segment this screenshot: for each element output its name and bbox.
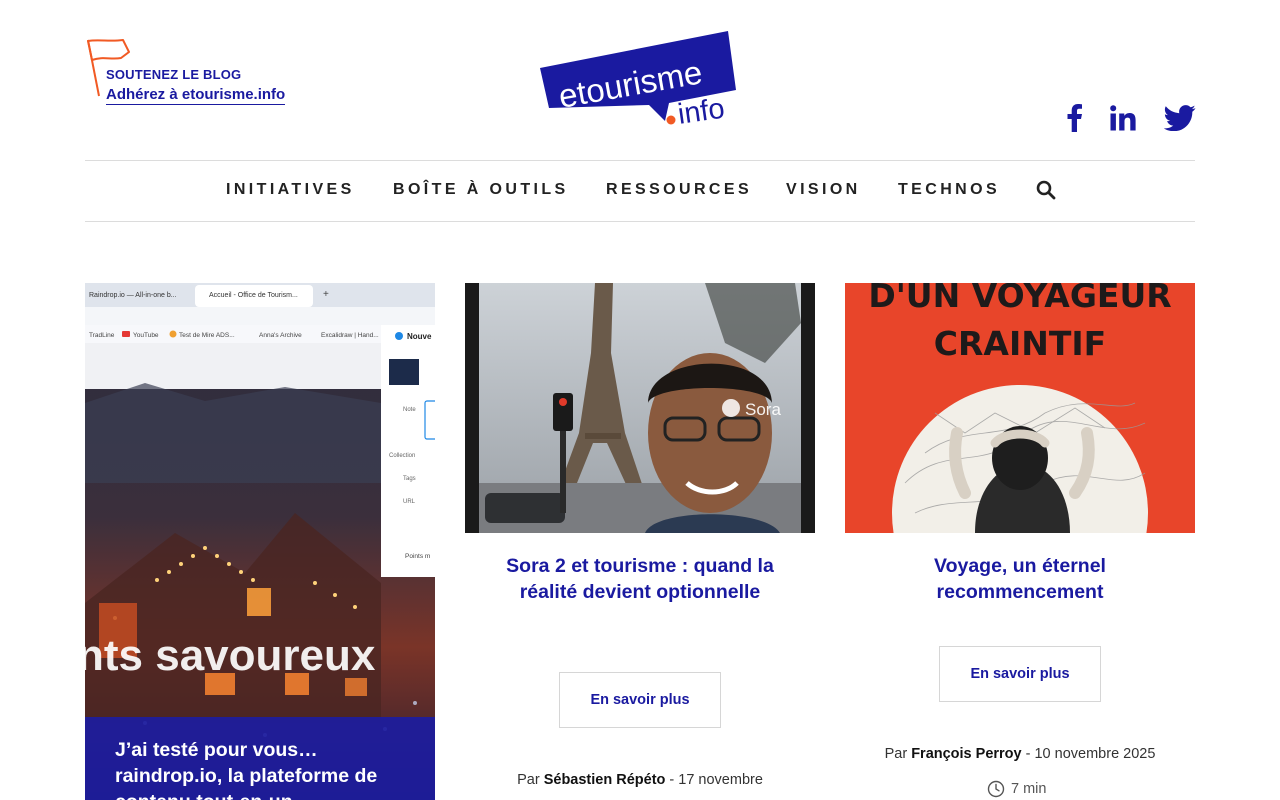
article-meta-voyage: Par François Perroy - 10 novembre 2025 xyxy=(845,746,1195,762)
support-link[interactable]: Adhérez à etourisme.info xyxy=(106,86,286,105)
cover-text-line2: CRAINTIF xyxy=(934,324,1106,363)
author-name[interactable]: Sébastien Répéto xyxy=(544,772,666,788)
support-blog-block: SOUTENEZ LE BLOG Adhérez à etourisme.inf… xyxy=(85,38,315,108)
nav-item-ressources[interactable]: RESSOURCES xyxy=(606,181,752,199)
support-title: SOUTENEZ LE BLOG xyxy=(106,67,242,82)
browser-tab-1: Raindrop.io — All-in-one b... xyxy=(89,292,177,299)
author-name[interactable]: François Perroy xyxy=(911,746,1021,762)
cover-text-line1: D'UN VOYAGEUR xyxy=(868,283,1171,315)
linkedin-icon xyxy=(1110,105,1136,131)
bookmark-5: Excalidraw | Hand... xyxy=(321,332,379,339)
article-title-voyage[interactable]: Voyage, un éternel recommencement xyxy=(875,553,1165,605)
sora-badge: Sora xyxy=(745,400,781,419)
twitter-icon xyxy=(1164,105,1196,131)
read-more-button-sora[interactable]: En savoir plus xyxy=(559,672,721,728)
article-title-raindrop-text: J’ai testé pour vous… raindrop.io, la pl… xyxy=(115,739,378,800)
panel-label-note: Note xyxy=(403,407,416,413)
panel-label-tags: Tags xyxy=(403,476,416,482)
clock-icon xyxy=(987,780,1005,798)
article-image-sora[interactable]: Sora xyxy=(465,283,815,533)
article-date: - 10 novembre 2025 xyxy=(1025,746,1156,762)
bookmark-1: TradLine xyxy=(89,332,115,339)
article-title-raindrop[interactable]: J’ai testé pour vous… raindrop.io, la pl… xyxy=(85,717,435,800)
bookmark-4: Anna's Archive xyxy=(259,332,302,339)
main-nav: INITIATIVES BOÎTE À OUTILS RESSOURCES VI… xyxy=(85,160,1195,222)
nav-item-vision[interactable]: VISION xyxy=(786,181,861,199)
linkedin-link[interactable] xyxy=(1108,100,1138,136)
nav-item-technos[interactable]: TECHNOS xyxy=(898,181,1000,199)
panel-label-points: Points m xyxy=(405,553,430,560)
svg-text:+: + xyxy=(323,289,329,300)
panel-label-url: URL xyxy=(403,499,416,505)
image-caption-text: nts savoureux xyxy=(85,631,376,680)
search-button[interactable] xyxy=(1036,180,1056,205)
browser-tab-2: Accueil - Office de Tourism... xyxy=(209,292,298,299)
panel-title: Nouve xyxy=(407,332,432,341)
article-meta-sora: Par Sébastien Répéto - 17 novembre xyxy=(465,772,815,788)
nav-item-boite-a-outils[interactable]: BOÎTE À OUTILS xyxy=(393,181,569,199)
site-logo[interactable]: etourisme info xyxy=(539,28,741,131)
bookmark-3: Test de Mire ADS... xyxy=(179,332,235,339)
by-label: Par xyxy=(517,772,540,788)
article-image-voyage[interactable]: D'UN VOYAGEUR CRAINTIF xyxy=(845,283,1195,533)
by-label: Par xyxy=(884,746,908,762)
article-date: - 17 novembre xyxy=(669,772,763,788)
facebook-icon xyxy=(1067,104,1082,132)
bookmark-2: YouTube xyxy=(133,332,159,339)
read-more-button-voyage[interactable]: En savoir plus xyxy=(939,646,1101,702)
article-title-sora[interactable]: Sora 2 et tourisme : quand la réalité de… xyxy=(495,553,785,605)
twitter-link[interactable] xyxy=(1162,100,1198,136)
read-time: 7 min xyxy=(987,780,1046,798)
facebook-link[interactable] xyxy=(1060,100,1090,136)
search-icon xyxy=(1036,180,1056,200)
read-time-value: 7 min xyxy=(1011,781,1047,797)
nav-item-initiatives[interactable]: INITIATIVES xyxy=(226,181,355,199)
logo-text-info: info xyxy=(676,93,727,128)
panel-label-collection: Collection xyxy=(389,453,415,459)
